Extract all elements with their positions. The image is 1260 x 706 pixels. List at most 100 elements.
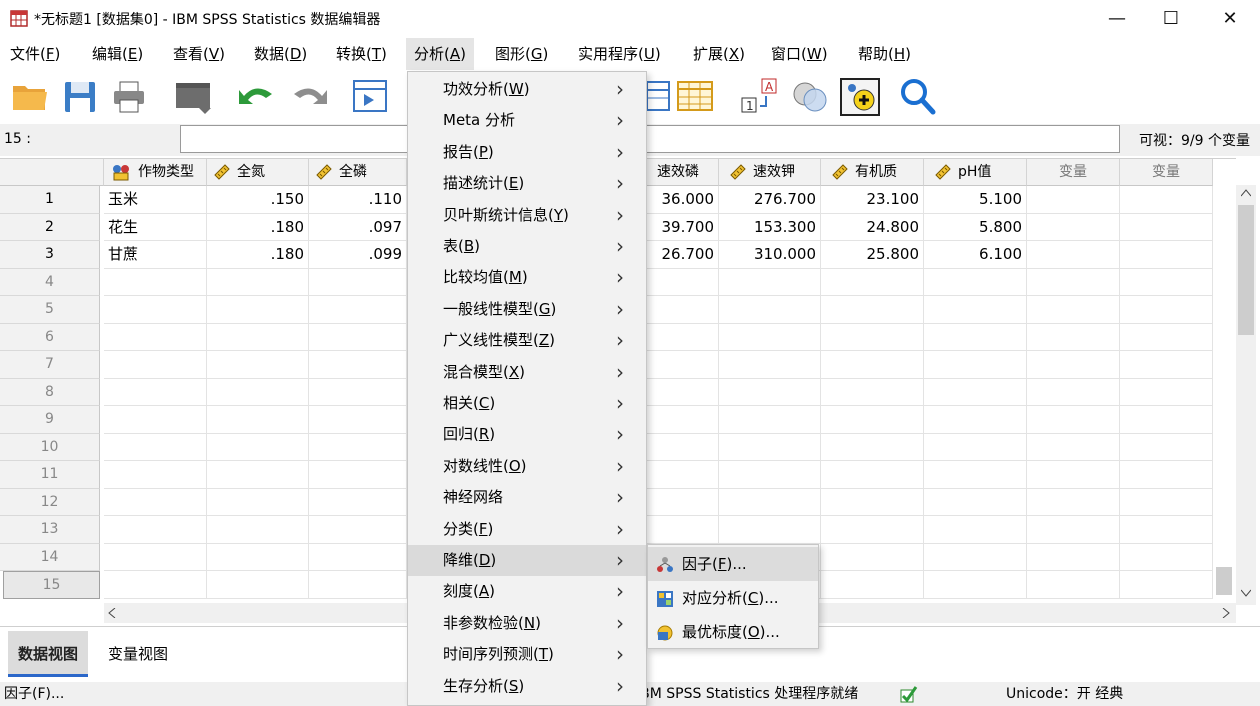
- row-number[interactable]: 8: [0, 378, 100, 406]
- row-number[interactable]: 3: [0, 241, 100, 269]
- data-cell[interactable]: [1027, 461, 1120, 489]
- data-cell[interactable]: [924, 543, 1027, 571]
- data-cell[interactable]: [647, 433, 719, 461]
- cell-value-input[interactable]: [180, 125, 1120, 153]
- data-cell[interactable]: [821, 296, 924, 324]
- data-cell[interactable]: [647, 323, 719, 351]
- data-cell[interactable]: [1027, 296, 1120, 324]
- data-cell[interactable]: [719, 351, 821, 379]
- data-cell[interactable]: [821, 268, 924, 296]
- data-cell[interactable]: [1120, 241, 1213, 269]
- menu-analyze[interactable]: 分析(A): [406, 38, 474, 70]
- tab-data-view[interactable]: 数据视图: [8, 631, 89, 677]
- data-cell[interactable]: [647, 516, 719, 544]
- column-header[interactable]: 全氮: [207, 159, 309, 186]
- column-header[interactable]: 速效钾: [719, 159, 821, 186]
- data-cell[interactable]: [1027, 378, 1120, 406]
- row-number[interactable]: 9: [0, 406, 100, 434]
- menu-graphs[interactable]: 图形(G): [487, 38, 556, 70]
- grid-scroll-thumb[interactable]: [1216, 567, 1232, 595]
- menu-item-descriptive-statistics[interactable]: 描述统计(E) ›: [408, 168, 646, 199]
- menu-item-survival[interactable]: 生存分析(S) ›: [408, 671, 646, 702]
- data-cell[interactable]: [924, 406, 1027, 434]
- row-number[interactable]: 2: [0, 213, 100, 241]
- data-cell[interactable]: .180: [207, 241, 309, 269]
- data-cell[interactable]: [1027, 323, 1120, 351]
- data-cell[interactable]: [924, 516, 1027, 544]
- data-cell[interactable]: .097: [309, 213, 407, 241]
- data-cell[interactable]: [1120, 406, 1213, 434]
- menu-item-meta-analysis[interactable]: Meta 分析 ›: [408, 105, 646, 136]
- data-cell[interactable]: [719, 461, 821, 489]
- data-cell[interactable]: [1027, 543, 1120, 571]
- data-cell[interactable]: [1120, 351, 1213, 379]
- data-cell[interactable]: [719, 488, 821, 516]
- data-cell[interactable]: [309, 516, 407, 544]
- data-cell[interactable]: [1120, 461, 1213, 489]
- data-cell[interactable]: 153.300: [719, 213, 821, 241]
- minimize-button[interactable]: —: [1090, 0, 1144, 36]
- data-cell[interactable]: [207, 461, 309, 489]
- data-cell[interactable]: [647, 268, 719, 296]
- data-cell[interactable]: [647, 296, 719, 324]
- menu-utilities[interactable]: 实用程序(U): [570, 38, 669, 70]
- row-number[interactable]: 5: [0, 296, 100, 324]
- data-cell[interactable]: [104, 296, 207, 324]
- menu-item-loglinear[interactable]: 对数线性(O) ›: [408, 451, 646, 482]
- data-cell[interactable]: [719, 433, 821, 461]
- use-variable-sets-icon[interactable]: [790, 76, 830, 116]
- menu-item-nonparametric-tests[interactable]: 非参数检验(N) ›: [408, 608, 646, 639]
- data-cell[interactable]: [104, 268, 207, 296]
- menu-item-scale[interactable]: 刻度(A) ›: [408, 576, 646, 607]
- scroll-left-arrow-icon[interactable]: [108, 608, 116, 618]
- data-cell[interactable]: [104, 351, 207, 379]
- menu-item-bayesian-statistics[interactable]: 贝叶斯统计信息(Y) ›: [408, 200, 646, 231]
- data-cell[interactable]: [1120, 213, 1213, 241]
- data-cell[interactable]: [1027, 488, 1120, 516]
- data-cell[interactable]: [821, 406, 924, 434]
- data-cell[interactable]: [1027, 516, 1120, 544]
- data-cell[interactable]: [1120, 268, 1213, 296]
- close-button[interactable]: ✕: [1203, 0, 1257, 36]
- data-cell[interactable]: [207, 323, 309, 351]
- menu-item-generalized-linear-models[interactable]: 广义线性模型(Z) ›: [408, 325, 646, 356]
- data-cell[interactable]: [104, 571, 207, 599]
- data-cell[interactable]: [309, 571, 407, 599]
- data-cell[interactable]: [309, 378, 407, 406]
- data-cell[interactable]: [1027, 433, 1120, 461]
- column-header[interactable]: 作物类型: [104, 159, 207, 186]
- row-number[interactable]: 15: [3, 571, 100, 599]
- data-cell[interactable]: [821, 571, 924, 599]
- empty-variable-header[interactable]: 变量: [1120, 159, 1213, 186]
- menu-data[interactable]: 数据(D): [246, 38, 315, 70]
- row-number[interactable]: 1: [0, 186, 100, 214]
- data-cell[interactable]: [821, 323, 924, 351]
- menu-item-compare-means[interactable]: 比较均值(M) ›: [408, 262, 646, 293]
- data-cell[interactable]: [821, 516, 924, 544]
- data-cell[interactable]: 25.800: [821, 241, 924, 269]
- open-folder-icon[interactable]: [10, 76, 50, 116]
- data-cell[interactable]: [104, 543, 207, 571]
- tab-variable-view[interactable]: 变量视图: [98, 631, 178, 677]
- data-cell[interactable]: [1120, 488, 1213, 516]
- data-cell[interactable]: [1027, 268, 1120, 296]
- data-cell[interactable]: .110: [309, 186, 407, 214]
- row-number[interactable]: 4: [0, 268, 100, 296]
- data-cell[interactable]: [207, 433, 309, 461]
- menu-help[interactable]: 帮助(H): [850, 38, 919, 70]
- data-cell[interactable]: [719, 323, 821, 351]
- data-cell[interactable]: [309, 461, 407, 489]
- menu-extensions[interactable]: 扩展(X): [685, 38, 753, 70]
- show-all-variables-icon[interactable]: [840, 76, 880, 116]
- scroll-down-arrow-icon[interactable]: [1241, 589, 1251, 597]
- data-cell[interactable]: [1120, 543, 1213, 571]
- menu-item-reports[interactable]: 报告(P) ›: [408, 137, 646, 168]
- menu-item-mixed-models[interactable]: 混合模型(X) ›: [408, 357, 646, 388]
- menu-transform[interactable]: 转换(T): [328, 38, 395, 70]
- redo-icon[interactable]: [290, 76, 330, 116]
- data-cell[interactable]: [924, 351, 1027, 379]
- menu-item-neural-networks[interactable]: 神经网络 ›: [408, 482, 646, 513]
- data-cell[interactable]: [924, 433, 1027, 461]
- data-cell[interactable]: [309, 433, 407, 461]
- data-cell[interactable]: [309, 323, 407, 351]
